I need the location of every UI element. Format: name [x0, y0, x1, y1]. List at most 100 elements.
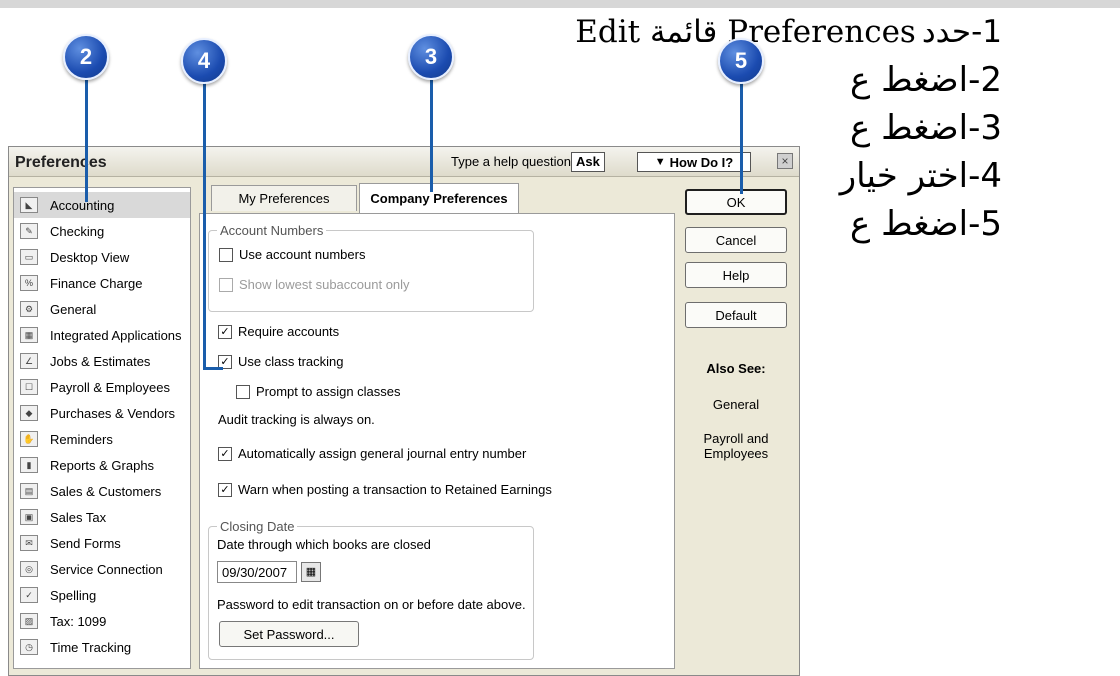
service-connection-icon: ◎: [20, 561, 38, 577]
sidebar-item-label: Time Tracking: [50, 639, 132, 655]
sidebar-item-label: Reports & Graphs: [50, 457, 155, 473]
jobs-estimates-icon: ∠: [20, 353, 38, 369]
sidebar-item-label: Jobs & Estimates: [50, 353, 151, 369]
sidebar-item-label: Purchases & Vendors: [50, 405, 176, 421]
checkbox-label: Automatically assign general journal ent…: [238, 446, 527, 461]
how-do-i-label: How Do I?: [669, 154, 734, 170]
account-numbers-legend: Account Numbers: [217, 223, 327, 238]
dropdown-triangle-icon: ▼: [654, 156, 666, 168]
audit-tracking-note: Audit tracking is always on.: [218, 412, 375, 427]
spelling-icon: ✓: [20, 587, 38, 603]
sidebar-item-time-tracking[interactable]: ◷ Time Tracking: [14, 634, 190, 660]
sidebar-item-payroll-employees[interactable]: ☐ Payroll & Employees: [14, 374, 190, 400]
sales-tax-icon: ▣: [20, 509, 38, 525]
sidebar-item-label: Sales Tax: [50, 509, 107, 525]
sidebar-item-label: Spelling: [50, 587, 97, 603]
warn-retained-earnings-checkbox[interactable]: ✓ Warn when posting a transaction to Reta…: [218, 482, 552, 497]
sidebar-item-purchases-vendors[interactable]: ◆ Purchases & Vendors: [14, 400, 190, 426]
require-accounts-checkbox[interactable]: ✓ Require accounts: [218, 324, 339, 339]
top-divider: [0, 0, 1120, 8]
checkbox-label: Use account numbers: [239, 247, 366, 262]
checkbox-label: Show lowest subaccount only: [239, 277, 410, 292]
desktop-view-icon: ▭: [20, 249, 38, 265]
close-icon[interactable]: ×: [777, 153, 793, 169]
general-icon: ⚙: [20, 301, 38, 317]
checkbox-label: Require accounts: [238, 324, 340, 339]
sidebar-item-tax-1099[interactable]: ▨ Tax: 1099: [14, 608, 190, 634]
show-lowest-subaccount-checkbox[interactable]: Show lowest subaccount only: [219, 277, 410, 292]
preferences-category-list: ◣ Accounting ✎ Checking ▭ Desktop View % Fin…: [13, 187, 191, 669]
account-numbers-group: Account Numbers Use account numbers Show…: [208, 223, 534, 312]
sidebar-item-label: Sales & Customers: [50, 483, 162, 499]
checkbox-label: Prompt to assign classes: [256, 384, 401, 399]
checkbox-label: Use class tracking: [238, 354, 344, 369]
checkbox-box: [219, 247, 233, 262]
dialog-titlebar: Preferences Type a help question Ask ▼ H…: [9, 147, 799, 177]
screenshot-root: 1-حدد Edit قائمة Preferences 2-اضغط ع 3-…: [0, 0, 1120, 676]
sidebar-item-label: Payroll & Employees: [50, 379, 170, 395]
tab-company-preferences[interactable]: Company Preferences: [359, 183, 519, 213]
preferences-dialog: Preferences Type a help question Ask ▼ H…: [8, 146, 800, 676]
sidebar-item-label: Integrated Applications: [50, 327, 182, 343]
help-question-label: Type a help question: [451, 154, 571, 169]
calendar-icon[interactable]: ▦: [301, 562, 321, 582]
cancel-button[interactable]: Cancel: [685, 227, 787, 253]
password-label: Password to edit transaction on or befor…: [217, 597, 526, 612]
sidebar-item-accounting[interactable]: ◣ Accounting: [14, 192, 190, 218]
sidebar-item-general[interactable]: ⚙ General: [14, 296, 190, 322]
ok-button[interactable]: OK: [685, 189, 787, 215]
use-class-tracking-checkbox[interactable]: ✓ Use class tracking: [218, 354, 343, 369]
reminders-icon: ✋: [20, 431, 38, 447]
sidebar-item-desktop-view[interactable]: ▭ Desktop View: [14, 244, 190, 270]
checkbox-checked-icon: ✓: [218, 446, 232, 461]
ask-button[interactable]: Ask: [571, 152, 605, 172]
sidebar-item-checking[interactable]: ✎ Checking: [14, 218, 190, 244]
time-tracking-icon: ◷: [20, 639, 38, 655]
sidebar-item-sales-tax[interactable]: ▣ Sales Tax: [14, 504, 190, 530]
callout-line-2: [85, 80, 88, 202]
company-preferences-panel: Account Numbers Use account numbers Show…: [199, 213, 675, 669]
sidebar-item-spelling[interactable]: ✓ Spelling: [14, 582, 190, 608]
set-password-button[interactable]: Set Password...: [219, 621, 359, 647]
tab-my-preferences[interactable]: My Preferences: [211, 185, 357, 211]
instruction-step-3: 3-اضغط ع: [850, 108, 1002, 148]
callout-badge-5: 5: [718, 38, 764, 84]
sidebar-item-finance-charge[interactable]: % Finance Charge: [14, 270, 190, 296]
checkbox-checked-icon: ✓: [218, 324, 232, 339]
callout-badge-4: 4: [181, 38, 227, 84]
use-account-numbers-checkbox[interactable]: Use account numbers: [219, 247, 365, 262]
closing-date-field[interactable]: 09/30/2007: [217, 561, 297, 583]
checkbox-checked-icon: ✓: [218, 482, 232, 497]
sidebar-item-label: Accounting: [50, 197, 115, 213]
auto-assign-journal-checkbox[interactable]: ✓ Automatically assign general journal en…: [218, 446, 526, 461]
sidebar-item-label: Send Forms: [50, 535, 121, 551]
sidebar-item-label: Desktop View: [50, 249, 130, 265]
sidebar-item-integrated-applications[interactable]: ▦ Integrated Applications: [14, 322, 190, 348]
callout-line-4: [203, 82, 206, 370]
sales-customers-icon: ▤: [20, 483, 38, 499]
also-see-link-general[interactable]: General: [685, 397, 787, 412]
sidebar-item-label: Tax: 1099: [50, 613, 107, 629]
sidebar-item-reminders[interactable]: ✋ Reminders: [14, 426, 190, 452]
sidebar-item-send-forms[interactable]: ✉ Send Forms: [14, 530, 190, 556]
default-button[interactable]: Default: [685, 302, 787, 328]
checkbox-box: [236, 384, 250, 399]
sidebar-item-label: General: [50, 301, 97, 317]
sidebar-item-sales-customers[interactable]: ▤ Sales & Customers: [14, 478, 190, 504]
how-do-i-button[interactable]: ▼ How Do I?: [637, 152, 751, 172]
closing-date-label: Date through which books are closed: [217, 537, 431, 552]
closing-date-group: Closing Date Date through which books ar…: [208, 519, 534, 660]
checkbox-box: [219, 277, 233, 292]
sidebar-item-label: Reminders: [50, 431, 113, 447]
send-forms-icon: ✉: [20, 535, 38, 551]
prompt-assign-classes-checkbox[interactable]: Prompt to assign classes: [236, 384, 401, 399]
closing-date-legend: Closing Date: [217, 519, 298, 534]
sidebar-item-jobs-estimates[interactable]: ∠ Jobs & Estimates: [14, 348, 190, 374]
help-button[interactable]: Help: [685, 262, 787, 288]
sidebar-item-reports-graphs[interactable]: ▮ Reports & Graphs: [14, 452, 190, 478]
also-see-link-payroll[interactable]: Payroll and Employees: [685, 431, 787, 461]
callout-line-3: [430, 80, 433, 192]
reports-graphs-icon: ▮: [20, 457, 38, 473]
sidebar-item-service-connection[interactable]: ◎ Service Connection: [14, 556, 190, 582]
integrated-applications-icon: ▦: [20, 327, 38, 343]
